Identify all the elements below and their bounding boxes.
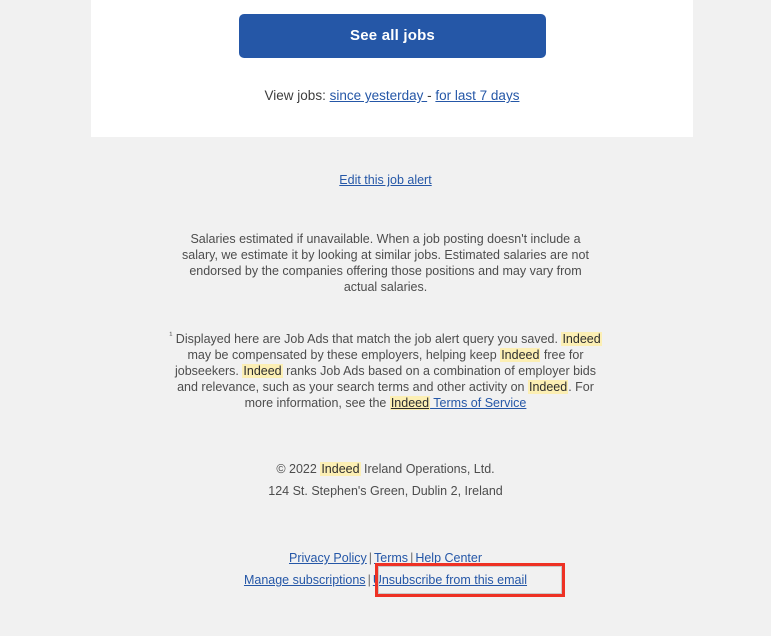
salary-disclaimer: Salaries estimated if unavailable. When … [0,231,771,295]
see-all-jobs-button[interactable]: See all jobs [239,14,546,58]
view-jobs-dash: - [427,88,432,103]
manage-subscriptions-link[interactable]: Manage subscriptions [244,573,366,587]
brand-highlight-4: Indeed [527,380,569,395]
unsubscribe-link[interactable]: Unsubscribe from this email [373,573,527,587]
job-ads-footnote-text: ¹ Displayed here are Job Ads that match … [166,327,606,411]
footer-separator-1: | [368,551,373,565]
terms-of-service-link[interactable]: Terms of Service [430,396,526,410]
view-jobs-row: View jobs: since yesterday - for last 7 … [91,88,693,103]
footnote-part-1: Displayed here are Job Ads that match th… [172,332,562,347]
see-all-jobs-button-wrap: See all jobs [239,14,546,58]
view-jobs-label: View jobs: [264,88,326,103]
terms-link[interactable]: Terms [374,551,408,565]
edit-job-alert-row: Edit this job alert [0,173,771,187]
brand-highlight-3: Indeed [242,364,283,379]
footer-links-row-primary: Privacy Policy | Terms | Help Center [0,551,771,565]
view-jobs-since-yesterday-link[interactable]: since yesterday [330,88,428,103]
salary-disclaimer-text: Salaries estimated if unavailable. When … [182,232,589,294]
copyright-block: © 2022 Indeed Ireland Operations, Ltd. 1… [0,458,771,502]
privacy-policy-link[interactable]: Privacy Policy [289,551,367,565]
job-ads-footnote: ¹ Displayed here are Job Ads that match … [0,327,771,411]
email-card: See all jobs View jobs: since yesterday … [91,0,693,137]
copyright-suffix: Ireland Operations, Ltd. [360,462,495,476]
edit-job-alert-link[interactable]: Edit this job alert [339,173,431,187]
footer-separator-3: | [367,573,371,587]
help-center-link[interactable]: Help Center [415,551,482,565]
copyright-brand-highlight: Indeed [320,462,361,476]
brand-highlight-5[interactable]: Indeed [389,396,431,411]
brand-highlight-2: Indeed [500,348,541,363]
brand-highlight-1: Indeed [561,332,602,347]
copyright-prefix: © 2022 [276,462,321,476]
view-jobs-last-7-days-link[interactable]: for last 7 days [435,88,519,103]
footnote-part-2: may be compensated by these employers, h… [187,348,501,363]
copyright-line: © 2022 Indeed Ireland Operations, Ltd. [0,458,771,480]
address-line: 124 St. Stephen's Green, Dublin 2, Irela… [268,484,503,498]
footer-links-row-secondary: Manage subscriptions | Unsubscribe from th… [0,573,771,587]
